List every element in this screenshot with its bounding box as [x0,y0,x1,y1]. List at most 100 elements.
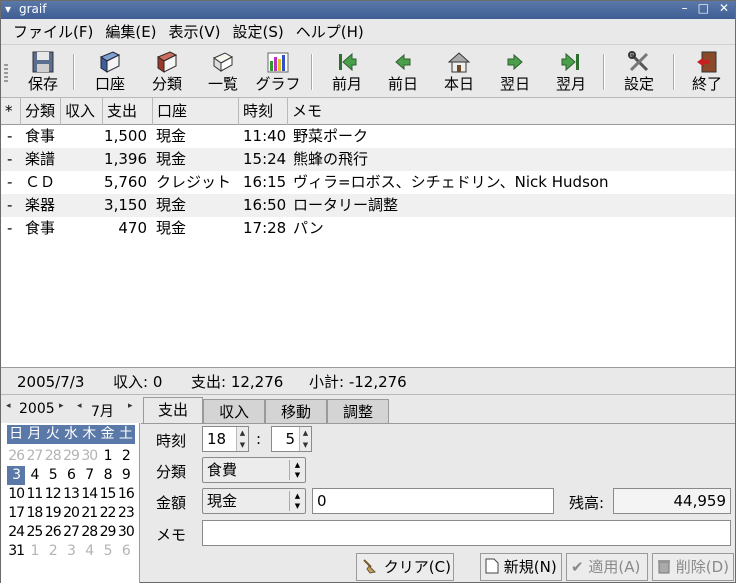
clear-button[interactable]: クリア(C) [356,553,454,581]
calendar-day[interactable]: 19 [44,504,62,523]
column-mark[interactable]: * [1,98,21,125]
memo-input[interactable] [202,520,731,546]
calendar-day[interactable]: 30 [117,523,135,542]
calendar-day[interactable]: 11 [25,485,44,504]
calendar-day[interactable]: 28 [44,447,62,466]
column-memo[interactable]: メモ [288,98,735,125]
calendar-day[interactable]: 29 [62,447,80,466]
calendar-day[interactable]: 4 [80,542,98,561]
prev-year-icon[interactable]: ◂ [6,401,11,411]
quit-button[interactable]: 終了 [687,49,727,95]
calendar-day[interactable]: 1 [98,447,116,466]
calendar-day[interactable]: 4 [25,466,43,485]
minute-spin-arrows[interactable]: ▲ ▼ [299,427,311,451]
table-row[interactable]: - 食事 470 現金 17:28 パン [1,217,735,240]
calendar-day[interactable]: 21 [80,504,98,523]
today-button[interactable]: 本日 [439,49,479,95]
menu-edit[interactable]: 編集(E) [99,20,162,44]
table-row[interactable]: - ＣＤ 5,760 クレジット 16:15 ヴィラ=ロボス、シチェドリン、Ni… [1,171,735,194]
prev-month-icon[interactable]: ◂ [77,401,82,411]
account-select[interactable]: 現金 ▲ ▼ [202,488,306,514]
calendar-day[interactable]: 27 [62,523,80,542]
column-category[interactable]: 分類 [21,98,61,125]
calendar-day[interactable]: 3 [62,542,80,561]
close-icon[interactable]: ✕ [719,1,729,15]
toolbar-grip[interactable] [4,64,8,82]
calendar-day[interactable]: 8 [98,466,116,485]
column-account[interactable]: 口座 [153,98,239,125]
hour-stepper[interactable]: 18 ▲ ▼ [202,426,249,452]
tools-icon [628,51,649,72]
combo-arrows-icon: ▲ ▼ [289,491,305,511]
next-year-icon[interactable]: ▸ [59,401,64,411]
calendar-day[interactable]: 22 [98,504,117,523]
settings-button[interactable]: 設定 [619,49,659,95]
prev-month-button[interactable]: 前月 [327,49,367,95]
next-month-icon[interactable]: ▸ [128,401,133,411]
table-row[interactable]: - 食事 1,500 現金 11:40 野菜ポーク [1,125,735,148]
calendar-day[interactable]: 6 [117,542,135,561]
calendar-day[interactable]: 5 [44,466,62,485]
calendar-day[interactable]: 2 [117,447,135,466]
table-row[interactable]: - 楽器 3,150 現金 16:50 ロータリー調整 [1,194,735,217]
tab-income[interactable]: 収入 [203,399,265,423]
calendar-day[interactable]: 9 [117,466,135,485]
tab-transfer[interactable]: 移動 [265,399,327,423]
minute-stepper[interactable]: 5 ▲ ▼ [271,426,312,452]
menu-help[interactable]: ヘルプ(H) [290,20,370,44]
window-menu-icon[interactable]: ▾ [5,2,11,16]
delete-button[interactable]: 削除(D) [652,553,734,581]
calendar-day[interactable]: 15 [98,485,117,504]
weekday-label: 火 [45,426,60,442]
calendar-day[interactable]: 23 [117,504,135,523]
calendar-day[interactable]: 2 [44,542,62,561]
calendar-day[interactable]: 5 [98,542,116,561]
calendar-day[interactable]: 29 [98,523,117,542]
calendar-day[interactable]: 25 [25,523,44,542]
category-select[interactable]: 食費 ▲ ▼ [202,457,306,483]
calendar-day[interactable]: 31 [7,542,25,561]
menu-file[interactable]: ファイル(F) [7,20,99,44]
next-month-button[interactable]: 翌月 [551,49,591,95]
calendar-day[interactable]: 18 [25,504,44,523]
tab-adjust[interactable]: 調整 [327,399,389,423]
calendar-day-selected[interactable]: 3 [7,466,26,485]
maximize-icon[interactable]: □ [698,1,709,15]
account-button[interactable]: 口座 [89,49,131,95]
list-button[interactable]: 一覧 [203,49,243,95]
calendar-day[interactable]: 1 [25,542,43,561]
apply-button[interactable]: ✔ 適用(A) [566,553,648,581]
calendar-day[interactable]: 20 [62,504,80,523]
hour-spin-arrows[interactable]: ▲ ▼ [236,427,248,451]
calendar-day[interactable]: 6 [62,466,80,485]
calendar-day[interactable]: 7 [80,466,98,485]
calendar-day[interactable]: 12 [44,485,62,504]
amount-input[interactable]: 0 [312,488,554,514]
calendar-day[interactable]: 17 [7,504,25,523]
calendar-day[interactable]: 30 [80,447,98,466]
menu-view[interactable]: 表示(V) [163,20,227,44]
column-expense[interactable]: 支出 [103,98,153,125]
calendar-day[interactable]: 24 [7,523,25,542]
save-button[interactable]: 保存 [23,49,63,95]
prev-day-button[interactable]: 前日 [383,49,423,95]
minimize-icon[interactable]: – [682,1,688,15]
calendar-day[interactable]: 14 [80,485,98,504]
table-row[interactable]: - 楽譜 1,396 現金 15:24 熊蜂の飛行 [1,148,735,171]
column-time[interactable]: 時刻 [239,98,288,125]
calendar-day[interactable]: 10 [7,485,25,504]
next-day-button[interactable]: 翌日 [495,49,535,95]
tab-expense[interactable]: 支出 [143,397,203,424]
calendar-day[interactable]: 26 [7,447,25,466]
calendar-day[interactable]: 16 [117,485,135,504]
graph-button[interactable]: グラフ [253,49,303,95]
row-category: 食事 [25,219,56,237]
calendar-day[interactable]: 13 [62,485,80,504]
new-button[interactable]: 新規(N) [480,553,562,581]
column-income[interactable]: 収入 [61,98,103,125]
calendar-day[interactable]: 28 [80,523,98,542]
calendar-day[interactable]: 26 [44,523,62,542]
menu-settings[interactable]: 設定(S) [227,20,290,44]
category-button[interactable]: 分類 [147,49,187,95]
calendar-day[interactable]: 27 [25,447,44,466]
